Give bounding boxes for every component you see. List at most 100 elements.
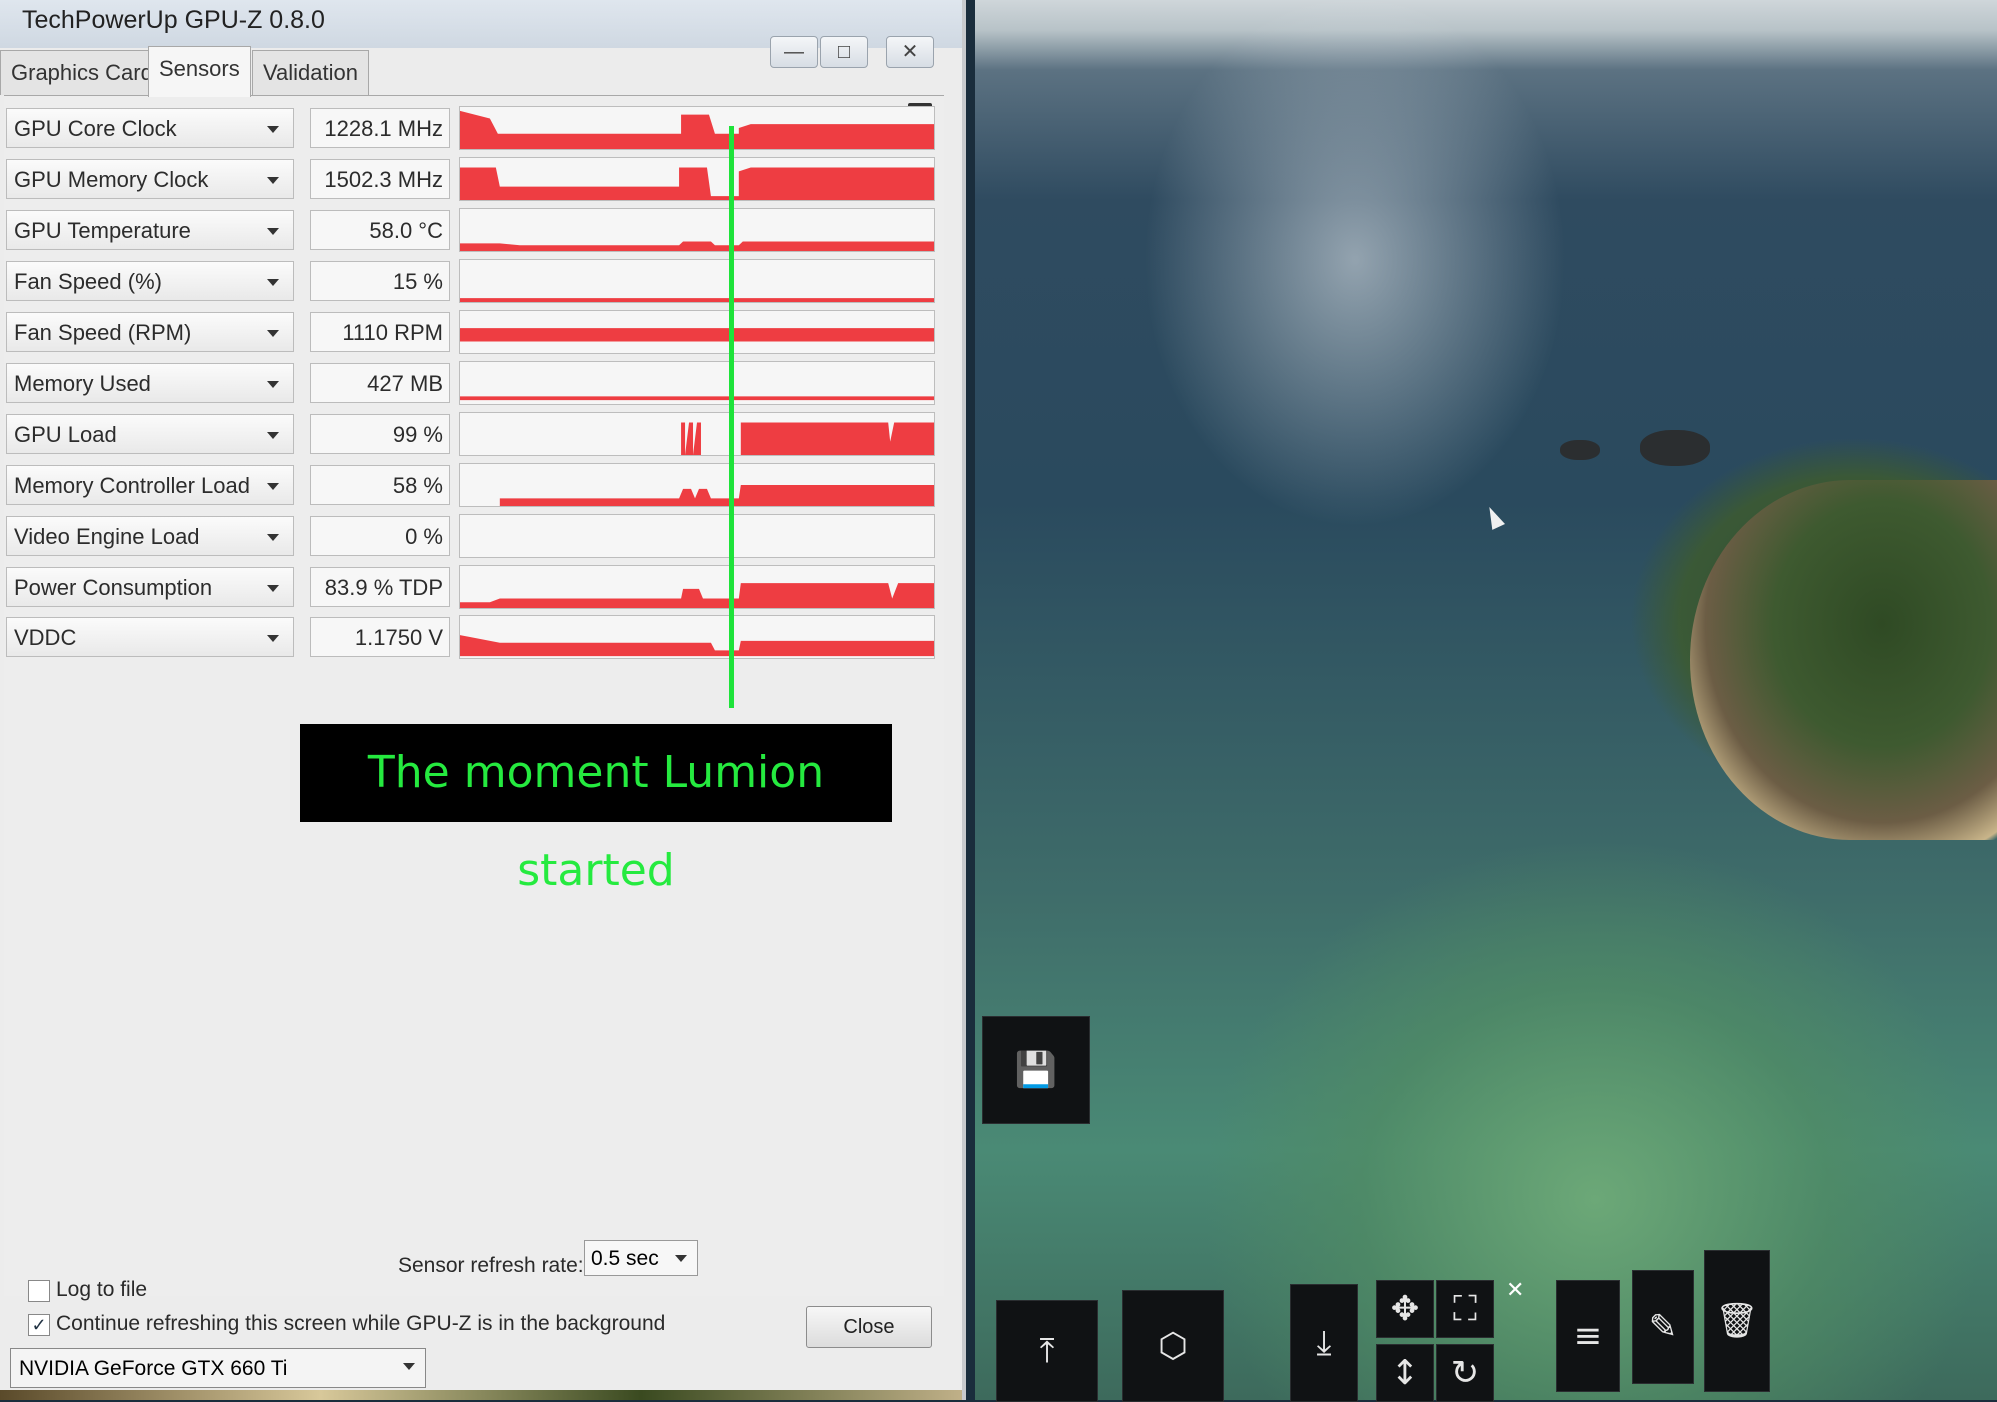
- chevron-down-icon: [267, 585, 279, 592]
- sensor-row: Power Consumption 83.9 % TDP: [6, 565, 936, 611]
- import-button[interactable]: ⤒: [996, 1300, 1098, 1402]
- annotation-label: The moment Lumion started: [300, 724, 892, 896]
- gpu-select[interactable]: NVIDIA GeForce GTX 660 Ti: [10, 1348, 426, 1388]
- box-icon: ⬡: [1158, 1326, 1188, 1366]
- tab-validation[interactable]: Validation: [252, 50, 369, 95]
- save-icon: 💾: [1014, 1050, 1058, 1090]
- chevron-down-icon: [403, 1363, 415, 1370]
- sensor-value: 1502.3 MHz: [310, 159, 450, 199]
- chevron-down-icon: [267, 228, 279, 235]
- sensor-row: GPU Memory Clock 1502.3 MHz: [6, 157, 936, 203]
- tab-sensors[interactable]: Sensors: [148, 46, 251, 97]
- annotation-marker-line: [729, 126, 734, 708]
- sensor-graph: [459, 106, 935, 150]
- edit-button[interactable]: ✎: [1632, 1270, 1694, 1384]
- island: [1690, 480, 1997, 840]
- sensor-name-dropdown[interactable]: Video Engine Load: [6, 516, 294, 556]
- rotate-object-button[interactable]: ↻: [1436, 1344, 1494, 1402]
- log-to-file-checkbox[interactable]: [28, 1280, 50, 1302]
- log-to-file-label: Log to file: [56, 1278, 148, 1301]
- sensor-graph: [459, 259, 935, 303]
- window-title: TechPowerUp GPU-Z 0.8.0: [22, 6, 325, 34]
- desktop-background-strip: [0, 1390, 962, 1400]
- sensor-row: Video Engine Load 0 %: [6, 514, 936, 560]
- refresh-rate-select[interactable]: 0.5 sec: [584, 1240, 698, 1276]
- sensor-name: GPU Core Clock: [14, 116, 177, 141]
- delete-button[interactable]: 🗑: [1704, 1250, 1770, 1392]
- sensor-graph: [459, 514, 935, 558]
- sensor-graph: [459, 412, 935, 456]
- sensor-name: VDDC: [14, 625, 77, 650]
- chevron-down-icon: [267, 534, 279, 541]
- import-icon: ⤒: [1039, 1331, 1055, 1371]
- sensor-row: GPU Temperature 58.0 °C: [6, 208, 936, 254]
- sensor-graph-trace: [460, 396, 934, 401]
- sensor-row: VDDC 1.1750 V: [6, 615, 936, 661]
- chevron-down-icon: [267, 330, 279, 337]
- save-scene-button[interactable]: 💾: [982, 1016, 1090, 1124]
- move-object-button[interactable]: ✥: [1376, 1280, 1434, 1338]
- chevron-down-icon: [675, 1255, 687, 1262]
- scale-object-button[interactable]: ⛶: [1436, 1280, 1494, 1338]
- sensor-graph-trace: [681, 422, 934, 455]
- refresh-rate-value: 0.5 sec: [591, 1247, 659, 1270]
- sensor-name: GPU Load: [14, 422, 117, 447]
- sensor-graph-trace: [460, 167, 934, 200]
- sensor-value: 1228.1 MHz: [310, 108, 450, 148]
- sensor-name-dropdown[interactable]: VDDC: [6, 617, 294, 657]
- rock: [1640, 430, 1710, 466]
- chevron-down-icon: [267, 483, 279, 490]
- scale-icon: ⛶: [1453, 1289, 1477, 1329]
- sensor-name: GPU Temperature: [14, 218, 191, 243]
- menu-button[interactable]: ≡: [1556, 1280, 1620, 1392]
- close-window-button[interactable]: ✕: [886, 36, 934, 68]
- sensor-name: Memory Controller Load: [14, 473, 250, 498]
- sensor-row: Fan Speed (%) 15 %: [6, 259, 936, 305]
- place-object-button[interactable]: ⤓: [1290, 1284, 1358, 1402]
- chevron-down-icon: [267, 126, 279, 133]
- sensor-graph: [459, 310, 935, 354]
- sensor-name-dropdown[interactable]: Memory Used: [6, 363, 294, 403]
- sensor-name-dropdown[interactable]: Fan Speed (%): [6, 261, 294, 301]
- height-object-button[interactable]: ↕: [1376, 1344, 1434, 1402]
- trash-icon: 🗑: [1715, 1301, 1759, 1341]
- sensor-name-dropdown[interactable]: Power Consumption: [6, 567, 294, 607]
- tab-graphics-card[interactable]: Graphics Card: [0, 50, 164, 95]
- close-toolbar-icon[interactable]: ✕: [1506, 1278, 1524, 1303]
- sensor-value: 427 MB: [310, 363, 450, 403]
- maximize-button[interactable]: □: [820, 36, 868, 68]
- sensor-graph-trace: [460, 635, 934, 657]
- continue-refresh-checkbox[interactable]: ✓: [28, 1314, 50, 1336]
- refresh-rate-label: Sensor refresh rate:: [398, 1254, 584, 1277]
- chevron-down-icon: [267, 279, 279, 286]
- minimize-button[interactable]: —: [770, 36, 818, 68]
- chevron-down-icon: [267, 635, 279, 642]
- sensor-name: Power Consumption: [14, 575, 213, 600]
- sensor-value: 58 %: [310, 465, 450, 505]
- sensor-name-dropdown[interactable]: GPU Memory Clock: [6, 159, 294, 199]
- sensor-value: 99 %: [310, 414, 450, 454]
- sensor-graph: [459, 615, 935, 659]
- sensor-row: GPU Core Clock 1228.1 MHz: [6, 106, 936, 152]
- sensor-graph-trace: [460, 298, 934, 302]
- rock: [1560, 440, 1600, 460]
- sensor-graph-trace: [460, 241, 934, 251]
- sensor-graph: [459, 361, 935, 405]
- sensor-value: 58.0 °C: [310, 210, 450, 250]
- object-library-button[interactable]: ⬡: [1122, 1290, 1224, 1402]
- sensor-name-dropdown[interactable]: Memory Controller Load: [6, 465, 294, 505]
- close-button[interactable]: Close: [806, 1306, 932, 1348]
- sensor-row: Memory Controller Load 58 %: [6, 463, 936, 509]
- sensor-value: 0 %: [310, 516, 450, 556]
- sensor-graph: [459, 208, 935, 252]
- sensor-name-dropdown[interactable]: GPU Core Clock: [6, 108, 294, 148]
- sensor-name-dropdown[interactable]: GPU Load: [6, 414, 294, 454]
- edit-icon: ✎: [1648, 1307, 1678, 1347]
- sensor-name: Memory Used: [14, 371, 151, 396]
- sensor-name-dropdown[interactable]: GPU Temperature: [6, 210, 294, 250]
- sensor-name-dropdown[interactable]: Fan Speed (RPM): [6, 312, 294, 352]
- gpu-select-value: NVIDIA GeForce GTX 660 Ti: [19, 1357, 288, 1380]
- rotate-icon: ↻: [1450, 1353, 1480, 1393]
- sensor-row: Memory Used 427 MB: [6, 361, 936, 407]
- sensor-name: GPU Memory Clock: [14, 167, 209, 192]
